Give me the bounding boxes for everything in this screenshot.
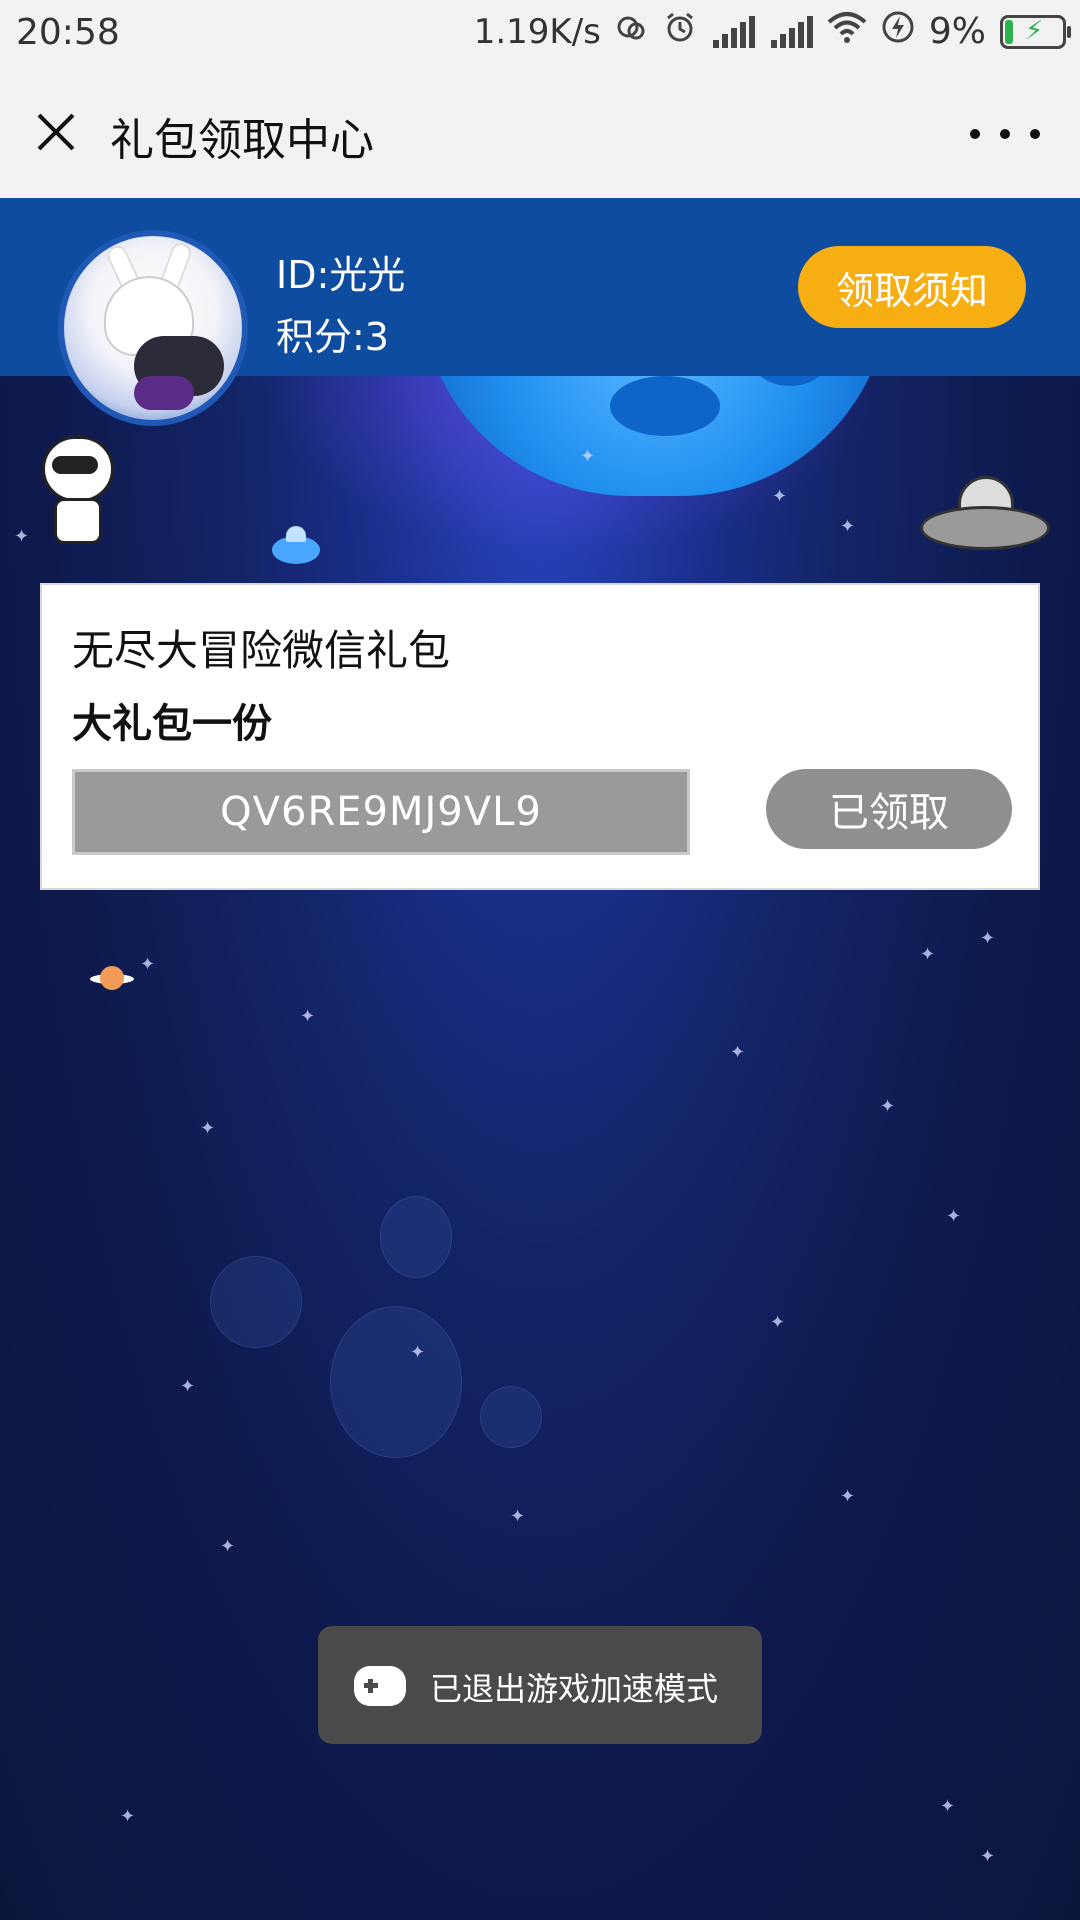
gift-card: 无尽大冒险微信礼包 大礼包一份 QV6RE9MJ9VL9 已领取 [40, 583, 1040, 890]
star-decoration: ✦ [920, 944, 936, 965]
bubble-decoration [330, 1306, 462, 1458]
sync-icon [615, 10, 649, 53]
bubble-decoration [210, 1256, 302, 1348]
battery-icon: ⚡ [1000, 14, 1071, 49]
user-id: ID:光光 [276, 253, 406, 297]
star-decoration: ✦ [180, 1376, 196, 1397]
gamepad-icon [354, 1666, 406, 1706]
gift-code[interactable]: QV6RE9MJ9VL9 [72, 769, 690, 855]
ringed-planet-illustration [90, 966, 134, 990]
toast: 已退出游戏加速模式 [318, 1626, 762, 1744]
battery-percent: 9% [928, 11, 986, 52]
star-decoration: ✦ [14, 526, 30, 547]
star-decoration: ✦ [140, 954, 156, 975]
star-decoration: ✦ [980, 1846, 996, 1867]
title-bar: 礼包领取中心 [0, 66, 1080, 199]
star-decoration: ✦ [200, 1118, 216, 1139]
bubble-decoration [380, 1196, 452, 1278]
star-decoration: ✦ [772, 486, 788, 507]
status-icons: 1.19K/s 9% ⚡ [473, 10, 1071, 53]
star-decoration: ✦ [840, 516, 856, 537]
claim-notice-button[interactable]: 领取须知 [798, 246, 1026, 328]
astronaut-illustration [38, 436, 118, 546]
close-icon[interactable] [30, 106, 82, 158]
star-decoration: ✦ [120, 1806, 136, 1827]
star-decoration: ✦ [580, 446, 596, 467]
star-decoration: ✦ [940, 1796, 956, 1817]
star-decoration: ✦ [946, 1206, 962, 1227]
signal-icon-1 [711, 15, 755, 48]
user-points: 积分:3 [276, 315, 389, 359]
star-decoration: ✦ [840, 1486, 856, 1507]
avatar [58, 230, 248, 426]
star-decoration: ✦ [300, 1006, 316, 1027]
gift-title: 无尽大冒险微信礼包 [72, 626, 451, 675]
signal-icon-2 [769, 15, 813, 48]
gift-description: 大礼包一份 [72, 701, 272, 747]
star-decoration: ✦ [730, 1042, 746, 1063]
more-options-icon[interactable] [970, 116, 1040, 152]
star-decoration: ✦ [510, 1506, 526, 1527]
star-decoration: ✦ [220, 1536, 236, 1557]
star-decoration: ✦ [410, 1342, 426, 1363]
star-decoration: ✦ [770, 1312, 786, 1333]
page-title: 礼包领取中心 [110, 115, 374, 166]
charging-icon [881, 10, 915, 53]
wifi-icon [827, 10, 867, 53]
toast-message: 已退出游戏加速模式 [430, 1670, 719, 1708]
status-bar: 20:58 1.19K/s 9% ⚡ [0, 0, 1080, 66]
star-decoration: ✦ [980, 928, 996, 949]
star-decoration: ✦ [880, 1096, 896, 1117]
status-time: 20:58 [16, 12, 120, 53]
bubble-decoration [480, 1386, 542, 1448]
ufo-illustration [920, 476, 1050, 566]
small-ufo-illustration [272, 526, 320, 564]
alarm-icon [663, 10, 697, 53]
claimed-button[interactable]: 已领取 [766, 769, 1012, 849]
network-speed: 1.19K/s [473, 11, 601, 52]
